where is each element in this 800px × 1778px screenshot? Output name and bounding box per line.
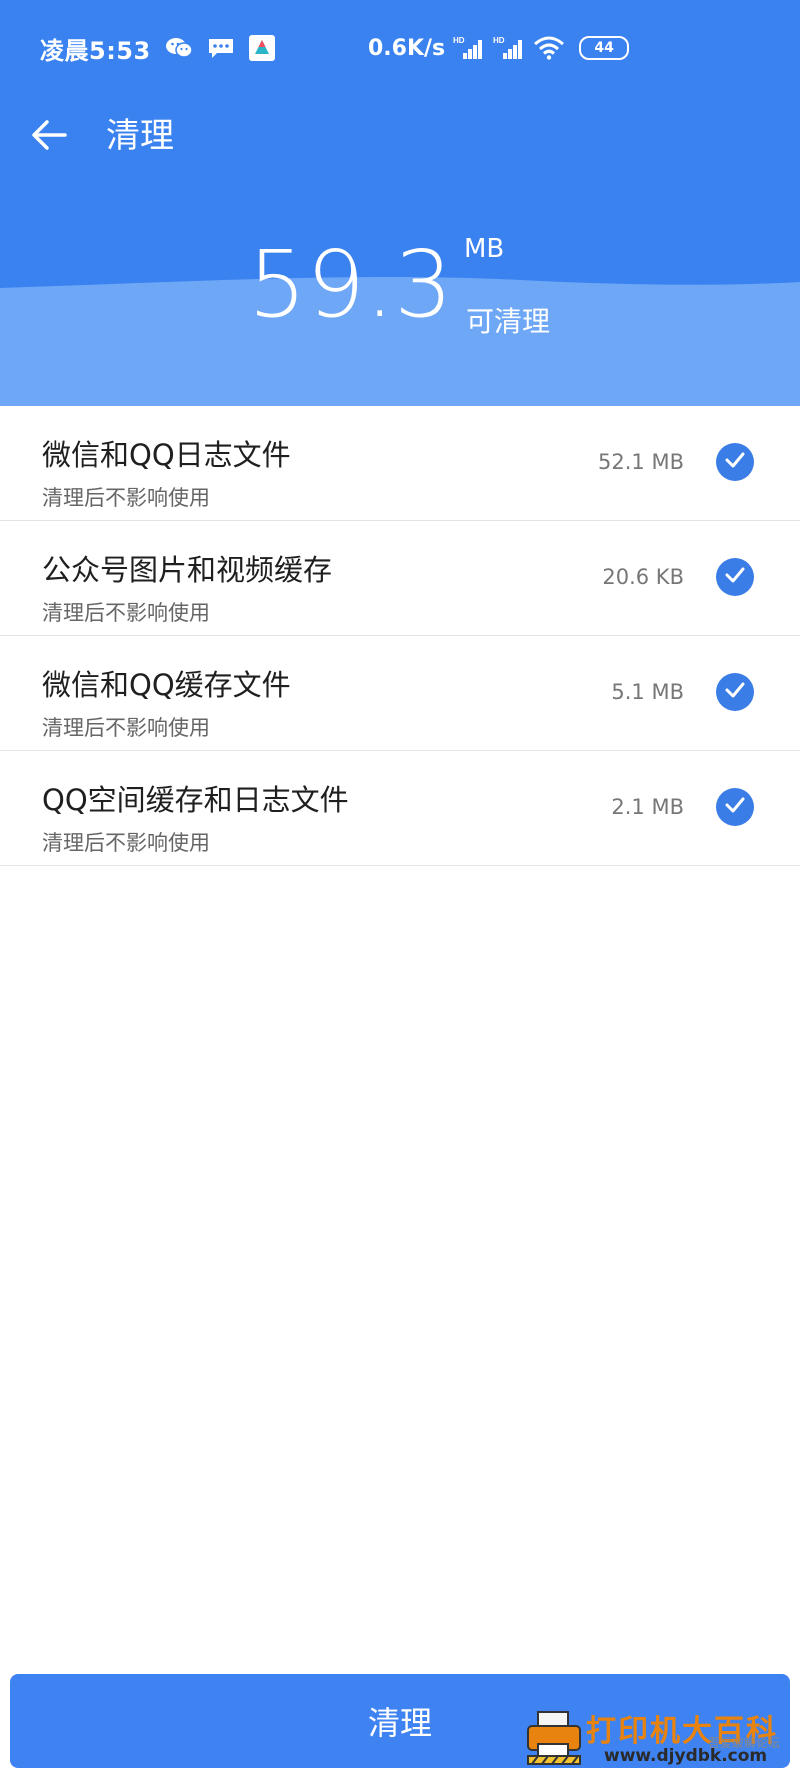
printer-icon: [524, 1708, 584, 1772]
cleanable-size-value: 59.3: [248, 231, 453, 338]
item-subtitle: 清理后不影响使用: [42, 486, 210, 510]
network-speed: 0.6K/s: [368, 35, 446, 61]
svg-text:HD: HD: [493, 36, 505, 45]
back-button[interactable]: [26, 114, 72, 160]
item-subtitle: 清理后不影响使用: [42, 716, 210, 740]
signal-icon: HD: [453, 35, 485, 61]
watermark-url: www.djydbk.com: [604, 1746, 768, 1766]
list-item[interactable]: QQ空间缓存和日志文件 清理后不影响使用 2.1 MB: [0, 751, 800, 866]
app-icon: [248, 35, 275, 61]
item-checkbox[interactable]: [716, 443, 754, 481]
item-checkbox[interactable]: [716, 558, 754, 596]
header: 凌晨5:53 0.6K/s HD HD 44 清理 59.3 MB 可清理: [0, 0, 800, 406]
item-size: 52.1 MB: [598, 450, 684, 474]
item-title: QQ空间缓存和日志文件: [42, 783, 349, 817]
check-icon: [725, 452, 745, 472]
battery-icon: 44: [579, 36, 630, 60]
cleanable-size-unit: MB: [464, 234, 505, 264]
item-size: 20.6 KB: [602, 565, 684, 589]
arrow-left-icon: [31, 119, 67, 155]
item-title: 微信和QQ缓存文件: [42, 668, 291, 702]
item-checkbox[interactable]: [716, 673, 754, 711]
status-bar: 凌晨5:53 0.6K/s HD HD 44: [0, 0, 800, 96]
item-title: 公众号图片和视频缓存: [42, 553, 333, 587]
status-time: 凌晨5:53: [40, 36, 151, 65]
message-icon: [207, 36, 235, 60]
page-title: 清理: [106, 116, 174, 156]
cleanable-summary: 59.3 MB 可清理: [0, 230, 800, 350]
item-subtitle: 清理后不影响使用: [42, 831, 210, 855]
check-icon: [725, 567, 745, 587]
clean-button-label: 清理: [367, 1704, 432, 1742]
list-item[interactable]: 微信和QQ日志文件 清理后不影响使用 52.1 MB: [0, 406, 800, 521]
cleanable-caption: 可清理: [466, 305, 551, 338]
check-icon: [725, 682, 745, 702]
app-bar: 清理: [0, 96, 800, 192]
wifi-icon: [533, 35, 565, 61]
list-item[interactable]: 公众号图片和视频缓存 清理后不影响使用 20.6 KB: [0, 521, 800, 636]
wechat-icon: [165, 36, 193, 60]
item-checkbox[interactable]: [716, 788, 754, 826]
signal-icon: HD: [493, 35, 525, 61]
item-title: 微信和QQ日志文件: [42, 438, 291, 472]
item-size: 5.1 MB: [611, 680, 684, 704]
junk-list: 微信和QQ日志文件 清理后不影响使用 52.1 MB 公众号图片和视频缓存 清理…: [0, 406, 800, 866]
svg-text:HD: HD: [453, 36, 465, 45]
item-subtitle: 清理后不影响使用: [42, 601, 210, 625]
list-item[interactable]: 微信和QQ缓存文件 清理后不影响使用 5.1 MB: [0, 636, 800, 751]
check-icon: [725, 797, 745, 817]
watermark: 打印机大百科 吾爱破解论坛 www.djydbk.com: [524, 1706, 796, 1774]
item-size: 2.1 MB: [611, 795, 684, 819]
